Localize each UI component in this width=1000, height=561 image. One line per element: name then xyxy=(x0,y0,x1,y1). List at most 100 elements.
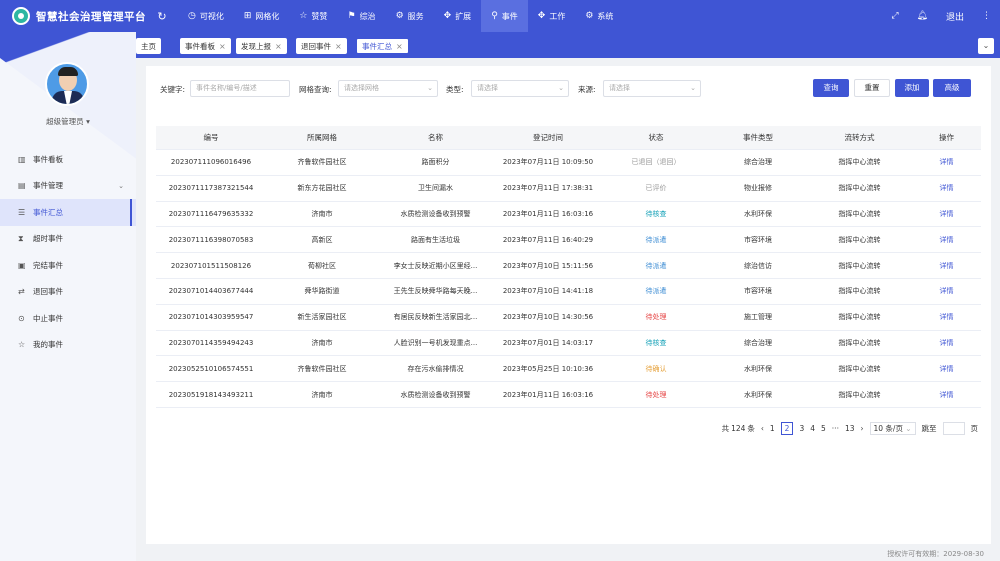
sidebar-item-1[interactable]: ▤ 事件管理 ⌄ xyxy=(0,173,136,200)
user-menu[interactable]: 超级管理员 ▾ xyxy=(0,116,136,127)
table-cell: 齐鲁软件园社区 xyxy=(297,158,347,167)
table-cell: 指挥中心流转 xyxy=(838,313,881,322)
column-header: 流转方式 xyxy=(844,133,875,142)
keyword-input[interactable]: 事件名称/编号/描述 xyxy=(190,80,290,97)
chevron-down-icon[interactable]: ⌄ xyxy=(978,38,994,54)
nav-item-8[interactable]: ⚙ 系统 xyxy=(575,0,623,32)
tab-label: 事件汇总 xyxy=(362,41,392,51)
table-cell: 指挥中心流转 xyxy=(838,158,881,167)
table-row: 2023071117387321544 新东方花园社区 卫生间漏水 2023年07月1… xyxy=(156,176,981,202)
reset-button[interactable]: 重置 xyxy=(854,79,890,97)
table-cell: 水利环保 xyxy=(744,209,772,218)
fullscreen-icon[interactable]: ⤢ xyxy=(882,11,907,21)
page-size-select[interactable]: 10 条/页 ⌄ xyxy=(869,421,916,435)
sidebar-item-label: 退回事件 xyxy=(33,287,63,297)
table-cell: 指挥中心流转 xyxy=(838,287,881,296)
close-icon[interactable]: × xyxy=(219,42,226,51)
nav-item-2[interactable]: ☆ 赞赞 xyxy=(289,0,337,32)
sidebar-icon: ☆ xyxy=(18,340,26,350)
page-number[interactable]: 1 xyxy=(770,424,775,433)
detail-link[interactable]: 详情 xyxy=(912,261,981,271)
detail-link[interactable]: 详情 xyxy=(912,235,981,245)
table-cell: 待处理 xyxy=(645,313,667,322)
detail-link[interactable]: 详情 xyxy=(912,312,981,322)
logout-button[interactable]: 退出 xyxy=(937,10,973,23)
next-page-button[interactable]: › xyxy=(861,424,864,433)
table-cell: 2023年07月10日 15:11:56 xyxy=(502,261,594,270)
tab-strip: 主页 事件看板 × 发现上报 × 退回事件 × 事件汇总 × ⌄ xyxy=(136,32,1000,58)
sidebar-item-4[interactable]: ▣ 完结事件 xyxy=(0,252,136,279)
sidebar-item-7[interactable]: ☆ 我的事件 xyxy=(0,332,136,359)
source-select[interactable]: 请选择 ⌄ xyxy=(603,80,701,97)
nav-label: 可视化 xyxy=(199,11,224,21)
detail-link[interactable]: 详情 xyxy=(912,157,981,167)
nav-item-3[interactable]: ⚑ 综治 xyxy=(337,0,385,32)
sidebar-icon: ⊙ xyxy=(18,313,25,323)
table-row: 2023051918143493211 济南市 水质检测设备收到预警 2023年01月… xyxy=(156,382,981,408)
page-number[interactable]: 13 xyxy=(845,424,855,433)
table-header: 编号 所属网格 名称 登记时间 状态 事件类型 流转方式 操作 xyxy=(156,126,981,150)
sidebar-item-label: 中止事件 xyxy=(33,313,63,323)
page-number[interactable]: 2 xyxy=(780,421,794,435)
nav-item-4[interactable]: ⚙ 服务 xyxy=(386,0,434,32)
type-select-placeholder: 请选择 xyxy=(477,84,498,92)
tab-2[interactable]: 发现上报 × xyxy=(236,38,287,54)
grid-label: 网格查询: xyxy=(299,85,332,94)
sidebar-item-0[interactable]: ▥ 事件看板 xyxy=(0,146,136,173)
app-title: 智慧社会治理管理平台 xyxy=(36,10,146,23)
detail-link[interactable]: 详情 xyxy=(912,338,981,348)
detail-link[interactable]: 详情 xyxy=(912,286,981,296)
avatar[interactable] xyxy=(45,62,89,106)
chevron-down-icon: ⌄ xyxy=(558,84,564,92)
sidebar-item-label: 我的事件 xyxy=(33,340,63,350)
sidebar-item-3[interactable]: ⧗ 超时事件 xyxy=(0,226,136,253)
page-jump-input[interactable] xyxy=(942,421,965,435)
more-icon[interactable]: ⋮ xyxy=(973,11,1000,21)
type-select[interactable]: 请选择 ⌄ xyxy=(471,80,569,97)
detail-link[interactable]: 详情 xyxy=(912,390,981,400)
chevron-down-icon: ⌄ xyxy=(905,423,912,433)
page-number[interactable]: 4 xyxy=(810,424,815,433)
table-cell: 2023071116479635332 xyxy=(168,209,254,218)
chevron-down-icon: ⌄ xyxy=(690,84,696,92)
query-button[interactable]: 查询 xyxy=(813,79,849,97)
tab-1[interactable]: 事件看板 × xyxy=(180,38,231,54)
nav-item-0[interactable]: ◷ 可视化 xyxy=(178,0,234,32)
sidebar-item-6[interactable]: ⊙ 中止事件 xyxy=(0,305,136,332)
tab-4[interactable]: 事件汇总 × xyxy=(356,38,409,54)
column-header: 操作 xyxy=(939,133,954,142)
table-body: 202307111096016496 齐鲁软件园社区 路面积分 2023年07月11日… xyxy=(156,150,981,408)
tab-3[interactable]: 退回事件 × xyxy=(296,38,347,54)
close-icon[interactable]: × xyxy=(396,42,403,51)
close-icon[interactable]: × xyxy=(335,42,342,51)
sidebar-item-2[interactable]: ☰ 事件汇总 xyxy=(0,199,136,226)
detail-link[interactable]: 详情 xyxy=(912,364,981,374)
detail-link[interactable]: 详情 xyxy=(912,183,981,193)
tab-label: 退回事件 xyxy=(301,41,331,51)
nav-item-7[interactable]: ✥ 工作 xyxy=(528,0,576,32)
page-number[interactable]: 5 xyxy=(821,424,826,433)
grid-select[interactable]: 请选择网格 ⌄ xyxy=(338,80,438,97)
column-header: 状态 xyxy=(648,133,664,142)
tab-0[interactable]: 主页 xyxy=(136,38,161,54)
advanced-button[interactable]: 高级 xyxy=(933,79,971,97)
prev-page-button[interactable]: ‹ xyxy=(761,424,764,433)
nav-item-5[interactable]: ✥ 扩展 xyxy=(434,0,482,32)
nav-item-6[interactable]: ⚲ 事件 xyxy=(481,0,528,32)
table-cell: 2023071014403677444 xyxy=(168,287,254,296)
sidebar-item-5[interactable]: ⇄ 退回事件 xyxy=(0,279,136,306)
refresh-icon[interactable]: ↻ xyxy=(150,10,174,23)
add-button[interactable]: 添加 xyxy=(895,79,929,97)
tab-label: 事件看板 xyxy=(185,41,215,51)
nav-icon: ⚑ xyxy=(347,11,356,21)
table-cell: 待确认 xyxy=(645,364,667,373)
table-cell: 人脸识别一号机发现重点... xyxy=(393,338,478,347)
detail-link[interactable]: 详情 xyxy=(912,209,981,219)
bell-icon[interactable]: 🔔︎ xyxy=(908,11,937,21)
table-cell: 2023年01月11日 16:03:16 xyxy=(502,209,594,218)
page-size-label: 10 条/页 xyxy=(873,423,903,433)
close-icon[interactable]: × xyxy=(275,42,282,51)
page-number[interactable]: 3 xyxy=(799,424,804,433)
nav-item-1[interactable]: ⊞ 网格化 xyxy=(234,0,290,32)
nav-icon: ⚲ xyxy=(491,11,498,21)
